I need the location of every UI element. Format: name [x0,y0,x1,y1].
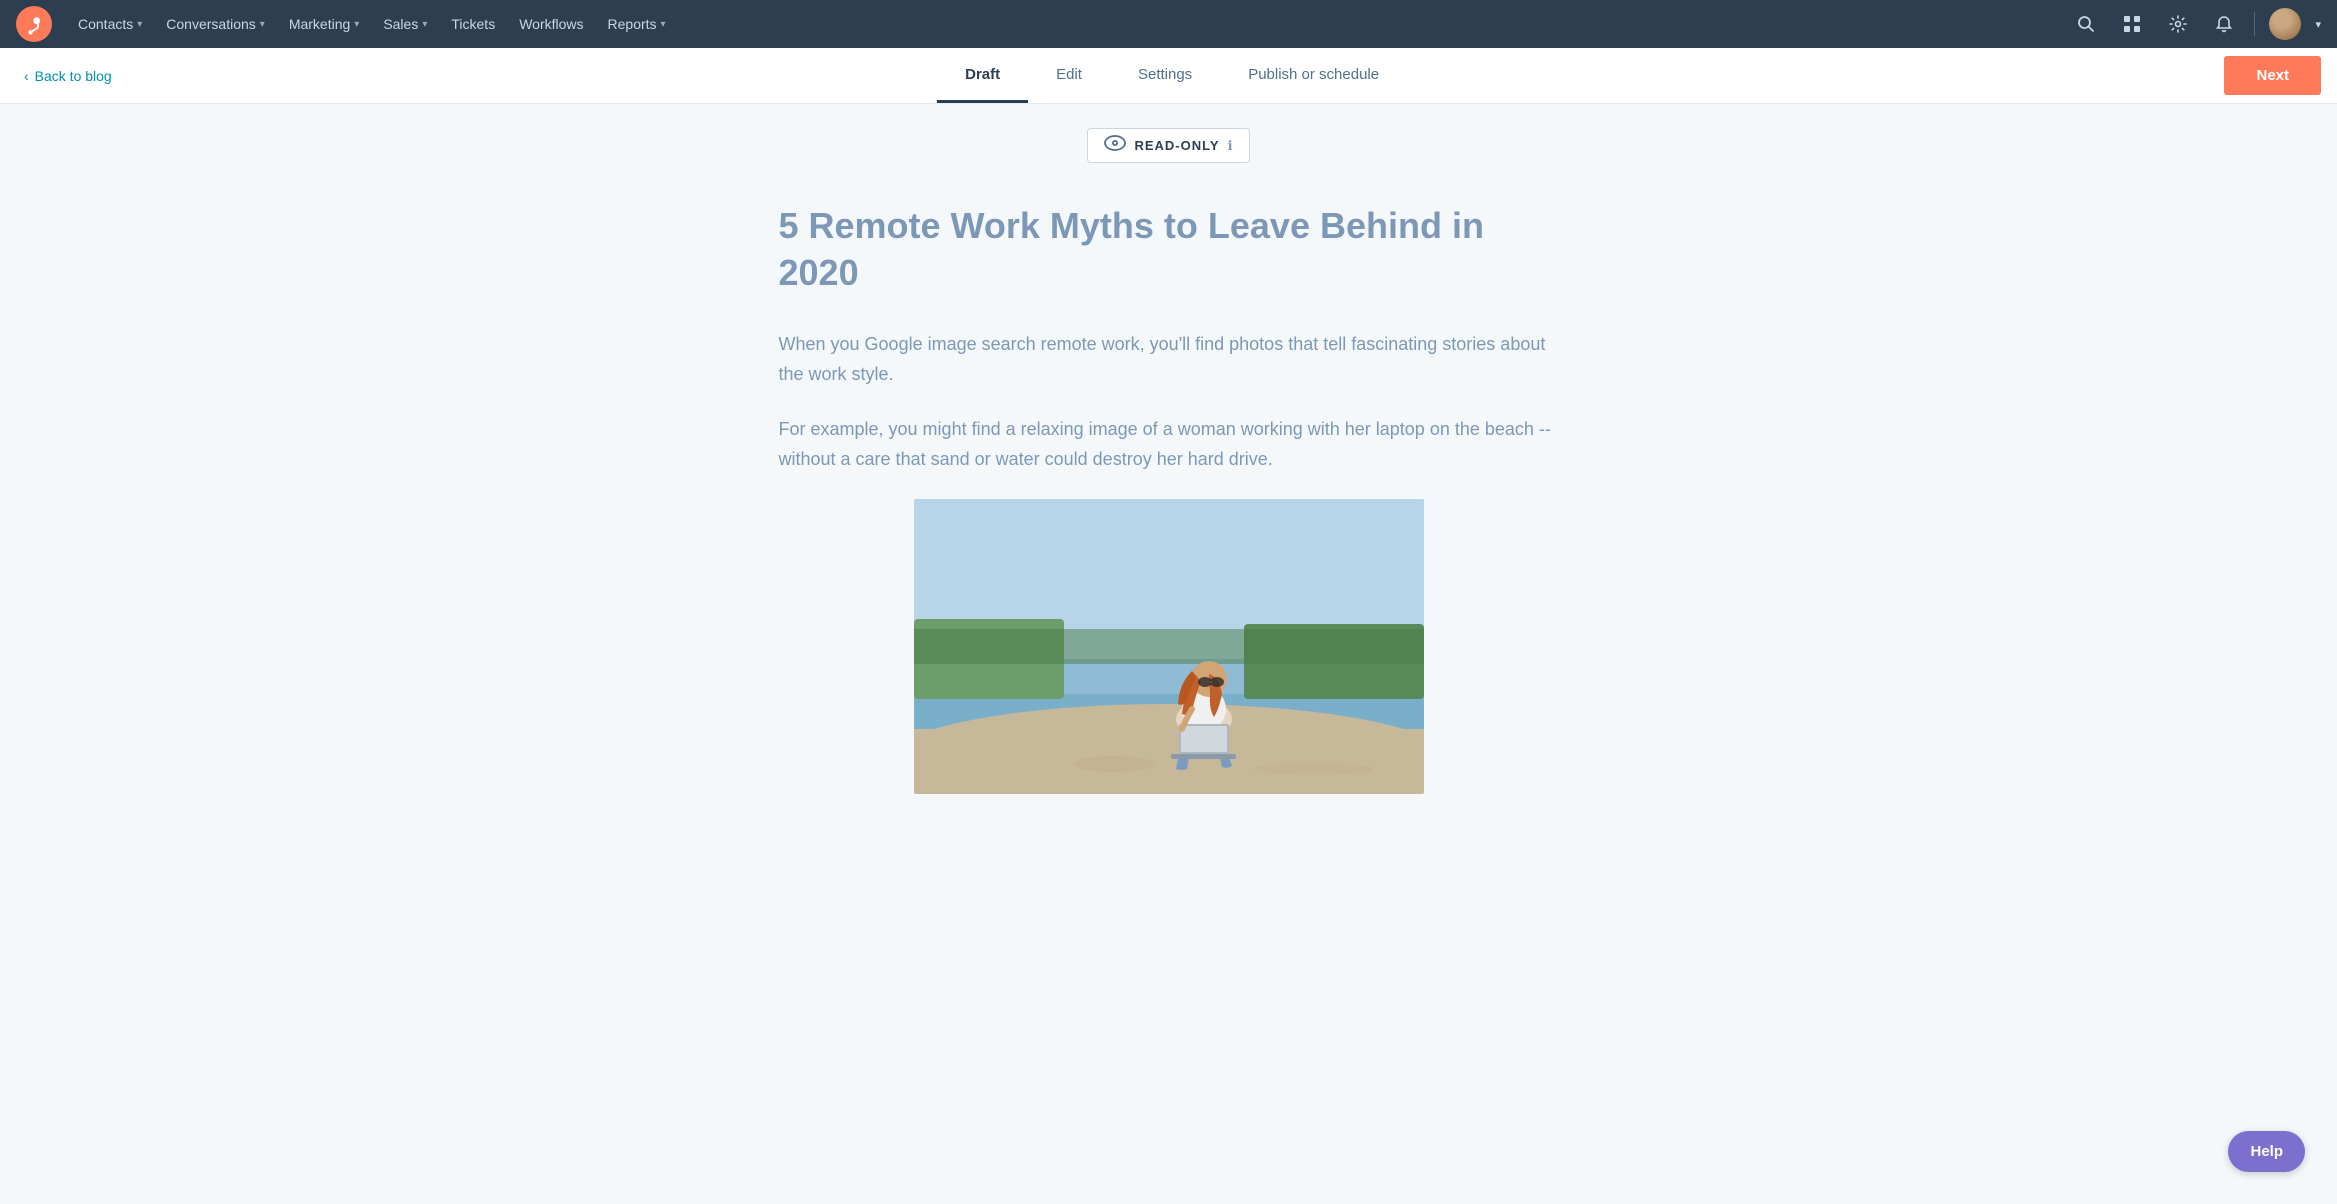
contacts-chevron-icon: ▾ [137,19,142,30]
blog-paragraph-1: When you Google image search remote work… [779,329,1559,390]
back-to-blog-link[interactable]: ‹ Back to blog [0,48,136,103]
user-dropdown-icon[interactable]: ▾ [2315,18,2321,31]
nav-conversations[interactable]: Conversations ▾ [156,10,275,38]
blog-image [914,499,1424,794]
tabs-container: Draft Edit Settings Publish or schedule [136,48,2209,103]
blog-image-container [779,499,1559,794]
nav-contacts[interactable]: Contacts ▾ [68,10,152,38]
back-arrow-icon: ‹ [24,68,29,84]
readonly-badge: READ-ONLY ℹ [1087,128,1249,163]
nav-marketing[interactable]: Marketing ▾ [279,10,370,38]
eye-icon [1104,135,1126,156]
tab-publish-schedule[interactable]: Publish or schedule [1220,48,1407,103]
top-navigation: Contacts ▾ Conversations ▾ Marketing ▾ S… [0,0,2337,48]
nav-reports[interactable]: Reports ▾ [598,10,676,38]
conversations-chevron-icon: ▾ [260,19,265,30]
hubspot-logo[interactable] [16,6,52,42]
next-button[interactable]: Next [2224,56,2321,95]
blog-title: 5 Remote Work Myths to Leave Behind in 2… [779,203,1559,297]
blog-paragraph-2: For example, you might find a relaxing i… [779,414,1559,475]
notifications-button[interactable] [2208,8,2240,40]
marketing-chevron-icon: ▾ [354,19,359,30]
nav-right-icons: ▾ [2070,8,2321,40]
user-avatar[interactable] [2269,8,2301,40]
tab-edit[interactable]: Edit [1028,48,1110,103]
nav-items: Contacts ▾ Conversations ▾ Marketing ▾ S… [68,10,2070,38]
reports-chevron-icon: ▾ [661,19,666,30]
marketplace-button[interactable] [2116,8,2148,40]
settings-button[interactable] [2162,8,2194,40]
tab-draft[interactable]: Draft [937,48,1028,103]
tab-settings[interactable]: Settings [1110,48,1220,103]
content-area: READ-ONLY ℹ 5 Remote Work Myths to Leave… [0,104,2337,1204]
nav-tickets[interactable]: Tickets [441,10,505,38]
sub-header: ‹ Back to blog Draft Edit Settings Publi… [0,48,2337,104]
nav-sales[interactable]: Sales ▾ [373,10,437,38]
readonly-info-icon[interactable]: ℹ [1228,138,1233,154]
search-button[interactable] [2070,8,2102,40]
blog-content: 5 Remote Work Myths to Leave Behind in 2… [739,203,1599,794]
nav-workflows[interactable]: Workflows [509,10,593,38]
nav-divider [2254,12,2255,36]
sales-chevron-icon: ▾ [422,19,427,30]
help-button[interactable]: Help [2228,1131,2305,1172]
